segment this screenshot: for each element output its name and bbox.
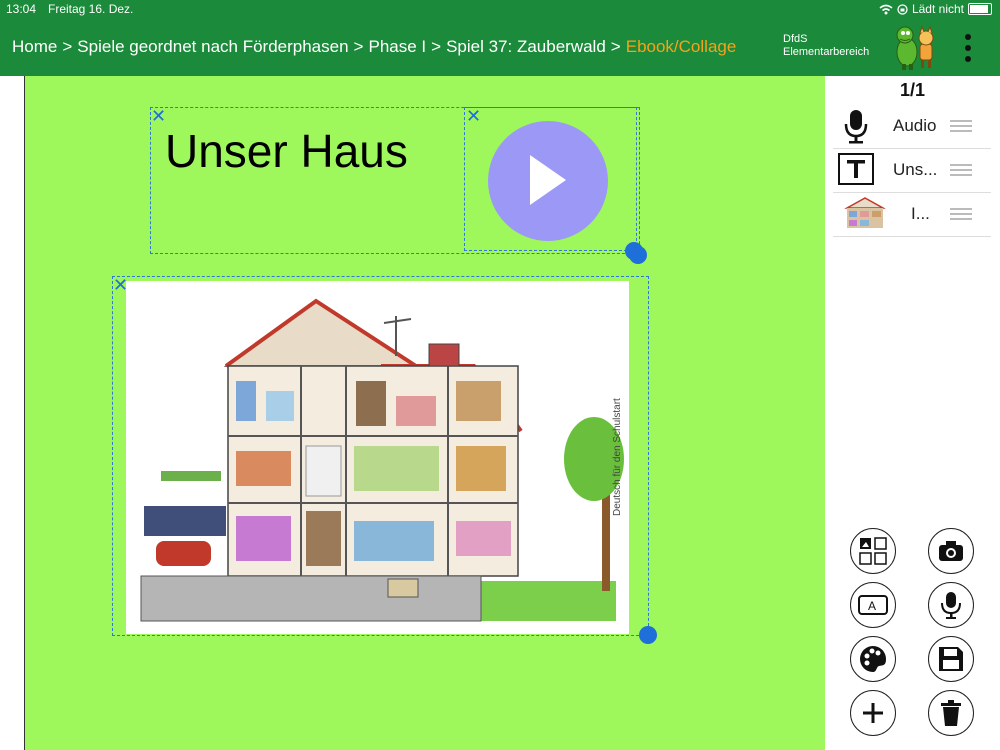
- breadcrumb-current: Ebook/Collage: [625, 37, 737, 56]
- status-date: Freitag 16. Dez.: [48, 2, 134, 16]
- microphone-icon: [941, 592, 961, 619]
- layer-label: I...: [911, 204, 930, 223]
- svg-text:A: A: [868, 599, 876, 613]
- breadcrumb-game[interactable]: Spiel 37: Zauberwald: [446, 37, 606, 56]
- brand-line-1: DfdS: [783, 33, 808, 45]
- breadcrumb-games[interactable]: Spiele geordnet nach Förderphasen: [77, 37, 348, 56]
- layer-label: Uns...: [893, 160, 938, 179]
- resize-handle[interactable]: [639, 626, 657, 644]
- breadcrumb-separator: >: [353, 37, 364, 56]
- record-audio-button[interactable]: [928, 582, 974, 628]
- layer-item[interactable]: Uns...: [833, 148, 991, 193]
- drag-handle-icon[interactable]: [950, 208, 972, 220]
- status-right: Lädt nicht: [879, 2, 992, 16]
- drag-handle-icon[interactable]: [950, 164, 972, 176]
- house-illustration: [140, 298, 624, 622]
- charge-status: Lädt nicht: [911, 2, 964, 16]
- breadcrumb-separator: >: [431, 37, 442, 56]
- collage-canvas[interactable]: ✕ Unser Haus ✕ ✕ Deutsch für den Schulst…: [24, 76, 826, 750]
- battery-icon: [968, 3, 992, 15]
- wifi-icon: [879, 4, 893, 14]
- page-counter: 1/1: [900, 80, 926, 100]
- camera-button[interactable]: [928, 528, 974, 574]
- camera-icon: [939, 541, 963, 561]
- text-box-icon: [838, 153, 874, 185]
- house-image[interactable]: [126, 281, 629, 634]
- delete-button[interactable]: [928, 690, 974, 736]
- save-button[interactable]: [928, 636, 974, 682]
- breadcrumb-separator: >: [610, 37, 621, 56]
- remove-title-close-icon[interactable]: ✕: [151, 107, 166, 125]
- breadcrumb-phase[interactable]: Phase I: [368, 37, 426, 56]
- layer-item[interactable]: Audio: [833, 104, 991, 149]
- mascot-logo: [896, 25, 934, 70]
- add-page-button[interactable]: [850, 690, 896, 736]
- brand-label: DfdS Elementarbereich: [783, 33, 869, 59]
- breadcrumb: Home > Spiele geordnet nach Förderphasen > P…: [12, 37, 736, 57]
- add-text-button[interactable]: A: [850, 582, 896, 628]
- house-thumbnail: [835, 194, 895, 232]
- status-bar: 13:04 Freitag 16. Dez. Lädt nicht: [0, 0, 1000, 18]
- text-field-icon: A: [858, 595, 888, 615]
- lock-rotation-icon: [897, 3, 908, 15]
- trash-icon: [941, 700, 961, 726]
- save-icon: [939, 647, 963, 671]
- breadcrumb-home[interactable]: Home: [12, 37, 57, 56]
- layer-item[interactable]: I...: [833, 192, 991, 237]
- collage-title[interactable]: Unser Haus: [165, 124, 408, 178]
- image-collage-icon: [859, 537, 887, 565]
- remove-audio-close-icon[interactable]: ✕: [466, 107, 481, 125]
- microphone-icon: [844, 110, 868, 144]
- layer-label: Audio: [893, 116, 937, 135]
- palette-icon: [860, 646, 886, 672]
- image-collage-button[interactable]: [850, 528, 896, 574]
- resize-handle[interactable]: [629, 246, 647, 264]
- plus-icon: [863, 703, 883, 723]
- drag-handle-icon[interactable]: [950, 120, 972, 132]
- nav-bar: Home > Spiele geordnet nach Förderphasen > P…: [0, 18, 1000, 76]
- brand-line-2: Elementarbereich: [783, 46, 870, 58]
- play-audio-button[interactable]: [488, 121, 608, 241]
- breadcrumb-separator: >: [62, 37, 73, 56]
- more-menu-button[interactable]: [958, 34, 978, 62]
- image-caption: Deutsch für den Schulstart: [612, 398, 623, 516]
- status-time: 13:04: [6, 2, 37, 16]
- color-button[interactable]: [850, 636, 896, 682]
